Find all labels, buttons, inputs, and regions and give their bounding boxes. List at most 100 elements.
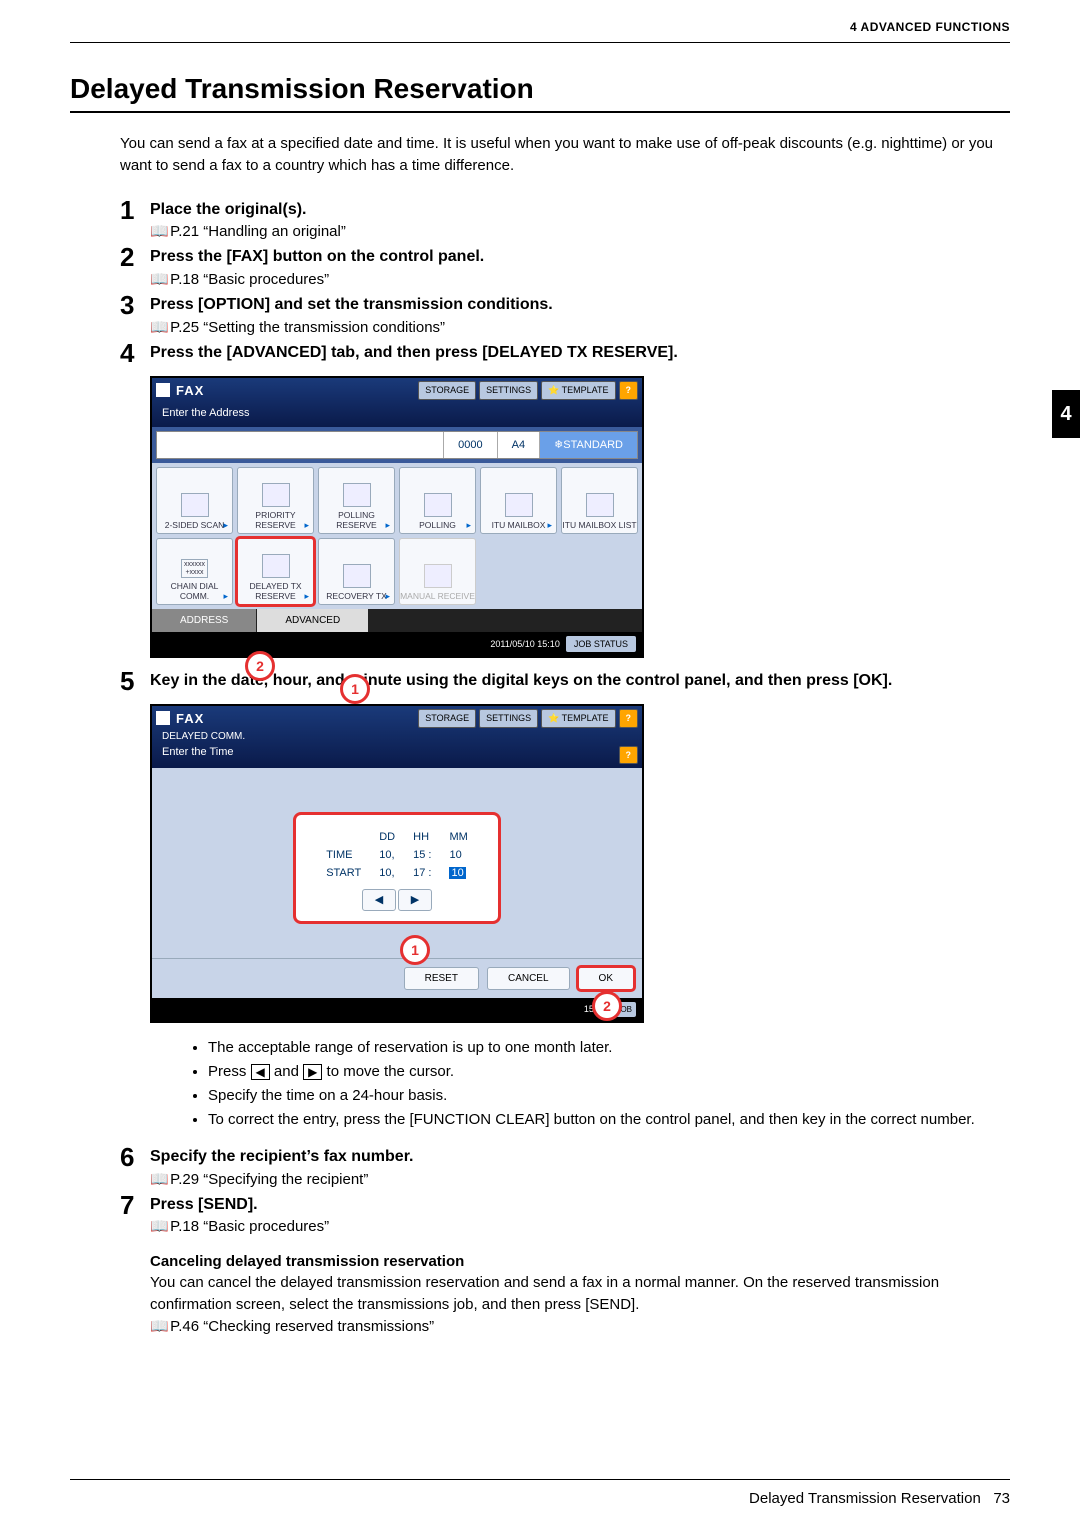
- cancel-heading: Canceling delayed transmission reservati…: [150, 1253, 1010, 1270]
- step-title: Press the [ADVANCED] tab, and then press…: [150, 343, 1010, 364]
- start-hh: 17 :: [405, 865, 439, 881]
- cancel-button[interactable]: CANCEL: [487, 967, 570, 990]
- ref-text: P.29 “Specifying the recipient”: [170, 1171, 368, 1188]
- opt-manual-receive[interactable]: MANUAL RECEIVE: [399, 538, 476, 605]
- reset-button[interactable]: RESET: [404, 967, 479, 990]
- callout-1: 1: [340, 674, 370, 704]
- tab-address[interactable]: ADDRESS: [152, 609, 257, 632]
- ref-text: P.18 “Basic procedures”: [170, 271, 329, 288]
- col-dd: DD: [371, 829, 403, 845]
- settings-button[interactable]: SETTINGS: [479, 709, 538, 728]
- opt-priority-reserve[interactable]: PRIORITY RESERVE▸: [237, 467, 314, 534]
- notes-list: The acceptable range of reservation is u…: [168, 1037, 1010, 1130]
- book-icon: 📖: [150, 222, 166, 240]
- figure-time-panel: FAX STORAGE SETTINGS ⭐ TEMPLATE ? DELAYE…: [150, 704, 1010, 1023]
- time-hh: 15 :: [405, 847, 439, 863]
- step-number: 2: [120, 244, 150, 270]
- step-title: Press [OPTION] and set the transmission …: [150, 295, 1010, 316]
- opt-itu-mailbox[interactable]: ITU MAILBOX▸: [480, 467, 557, 534]
- ref-text: P.46 “Checking reserved transmissions”: [170, 1318, 434, 1335]
- running-header: 4 ADVANCED FUNCTIONS: [70, 20, 1010, 43]
- step-number: 3: [120, 292, 150, 318]
- fax-icon: [156, 383, 170, 397]
- time-entry-box: DD HH MM TIME 10, 15 : 10 ST: [293, 812, 501, 924]
- help-button[interactable]: ?: [619, 709, 639, 728]
- chapter-thumb-tab: 4: [1052, 390, 1080, 438]
- row-start-label: START: [318, 865, 369, 881]
- step-6: 6 Specify the recipient’s fax number. 📖 …: [120, 1144, 1010, 1188]
- opt-2sided-scan[interactable]: 2-SIDED SCAN▸: [156, 467, 233, 534]
- ok-button[interactable]: OK: [578, 967, 634, 990]
- time-entry-area: DD HH MM TIME 10, 15 : 10 ST: [152, 768, 642, 958]
- panel-title-text: FAX: [176, 383, 204, 398]
- intro-paragraph: You can send a fax at a specified date a…: [120, 133, 1010, 177]
- row-time-label: TIME: [318, 847, 369, 863]
- step-number: 1: [120, 197, 150, 223]
- step-title: Key in the date, hour, and minute using …: [150, 671, 1010, 692]
- opt-chain-dial[interactable]: xxxxxx+xxxxCHAIN DIAL COMM.▸: [156, 538, 233, 605]
- status-paper: A4: [497, 432, 539, 458]
- book-icon: 📖: [150, 318, 166, 336]
- col-hh: HH: [405, 829, 439, 845]
- bullet-item: Press ◀ and ▶ to move the cursor.: [208, 1061, 1010, 1082]
- footer-page-number: 73: [993, 1490, 1010, 1507]
- help-button[interactable]: ?: [619, 381, 639, 400]
- bullet-item: To correct the entry, press the [FUNCTIO…: [208, 1109, 1010, 1130]
- storage-button[interactable]: STORAGE: [418, 381, 476, 400]
- fax-icon: [156, 711, 170, 725]
- footer-title: Delayed Transmission Reservation: [749, 1490, 981, 1507]
- tab-advanced[interactable]: ADVANCED: [257, 609, 369, 632]
- action-row: RESET CANCEL OK: [152, 958, 642, 998]
- page-title: Delayed Transmission Reservation: [70, 73, 1010, 113]
- ref-text: P.18 “Basic procedures”: [170, 1218, 329, 1235]
- start-mm-selected[interactable]: 10: [449, 867, 465, 879]
- cursor-left-button[interactable]: ◀: [362, 889, 396, 911]
- step-title: Specify the recipient’s fax number.: [150, 1147, 1010, 1168]
- callout-1: 1: [400, 935, 430, 965]
- col-mm: MM: [441, 829, 475, 845]
- time-dd: 10,: [371, 847, 403, 863]
- start-dd: 10,: [371, 865, 403, 881]
- step-ref: 📖 P.18 “Basic procedures”: [150, 1217, 1010, 1235]
- step-number: 6: [120, 1144, 150, 1170]
- opt-polling-reserve[interactable]: POLLING RESERVE▸: [318, 467, 395, 534]
- help-button-2[interactable]: ?: [619, 746, 639, 764]
- opt-recovery-tx[interactable]: RECOVERY TX▸: [318, 538, 395, 605]
- panel-crumb: DELAYED COMM.: [152, 731, 642, 742]
- opt-itu-mailbox-list[interactable]: ITU MAILBOX LIST: [561, 467, 638, 534]
- left-key-icon: ◀: [251, 1064, 270, 1080]
- step-ref: 📖 P.18 “Basic procedures”: [150, 270, 1010, 288]
- template-button[interactable]: ⭐ TEMPLATE: [541, 709, 615, 728]
- step-number: 4: [120, 340, 150, 366]
- storage-button[interactable]: STORAGE: [418, 709, 476, 728]
- book-icon: 📖: [150, 1316, 166, 1338]
- cursor-right-button[interactable]: ▶: [398, 889, 432, 911]
- panel-title: FAX: [156, 711, 204, 726]
- step-number: 5: [120, 668, 150, 694]
- step-3: 3 Press [OPTION] and set the transmissio…: [120, 292, 1010, 336]
- status-mode: ❄ STANDARD: [539, 432, 637, 458]
- timestamp: 2011/05/10 15:10: [490, 639, 559, 649]
- status-count: 0000: [443, 432, 496, 458]
- step-ref: 📖 P.25 “Setting the transmission conditi…: [150, 318, 1010, 336]
- step-title: Press the [FAX] button on the control pa…: [150, 247, 1010, 268]
- step-ref: 📖 P.29 “Specifying the recipient”: [150, 1170, 1010, 1188]
- step-title: Press [SEND].: [150, 1195, 1010, 1216]
- job-status-button[interactable]: JOB STATUS: [566, 636, 636, 652]
- bullet-item: The acceptable range of reservation is u…: [208, 1037, 1010, 1058]
- panel-title: FAX: [156, 383, 204, 398]
- status-bar: 0000 A4 ❄ STANDARD: [156, 431, 638, 459]
- callout-2: 2: [245, 651, 275, 681]
- panel-subtitle: Enter the Time: [152, 744, 244, 766]
- opt-polling[interactable]: POLLING▸: [399, 467, 476, 534]
- cancel-body: You can cancel the delayed transmission …: [150, 1272, 1010, 1316]
- opt-delayed-tx-reserve[interactable]: DELAYED TX RESERVE▸: [237, 538, 314, 605]
- page-footer: Delayed Transmission Reservation 73: [70, 1479, 1010, 1507]
- figure-advanced-panel: FAX STORAGE SETTINGS ⭐ TEMPLATE ? Enter …: [150, 376, 1010, 658]
- settings-button[interactable]: SETTINGS: [479, 381, 538, 400]
- callout-2: 2: [592, 991, 622, 1021]
- bullet-item: Specify the time on a 24-hour basis.: [208, 1085, 1010, 1106]
- template-button[interactable]: ⭐ TEMPLATE: [541, 381, 615, 400]
- panel-title-text: FAX: [176, 711, 204, 726]
- time-mm: 10: [441, 847, 475, 863]
